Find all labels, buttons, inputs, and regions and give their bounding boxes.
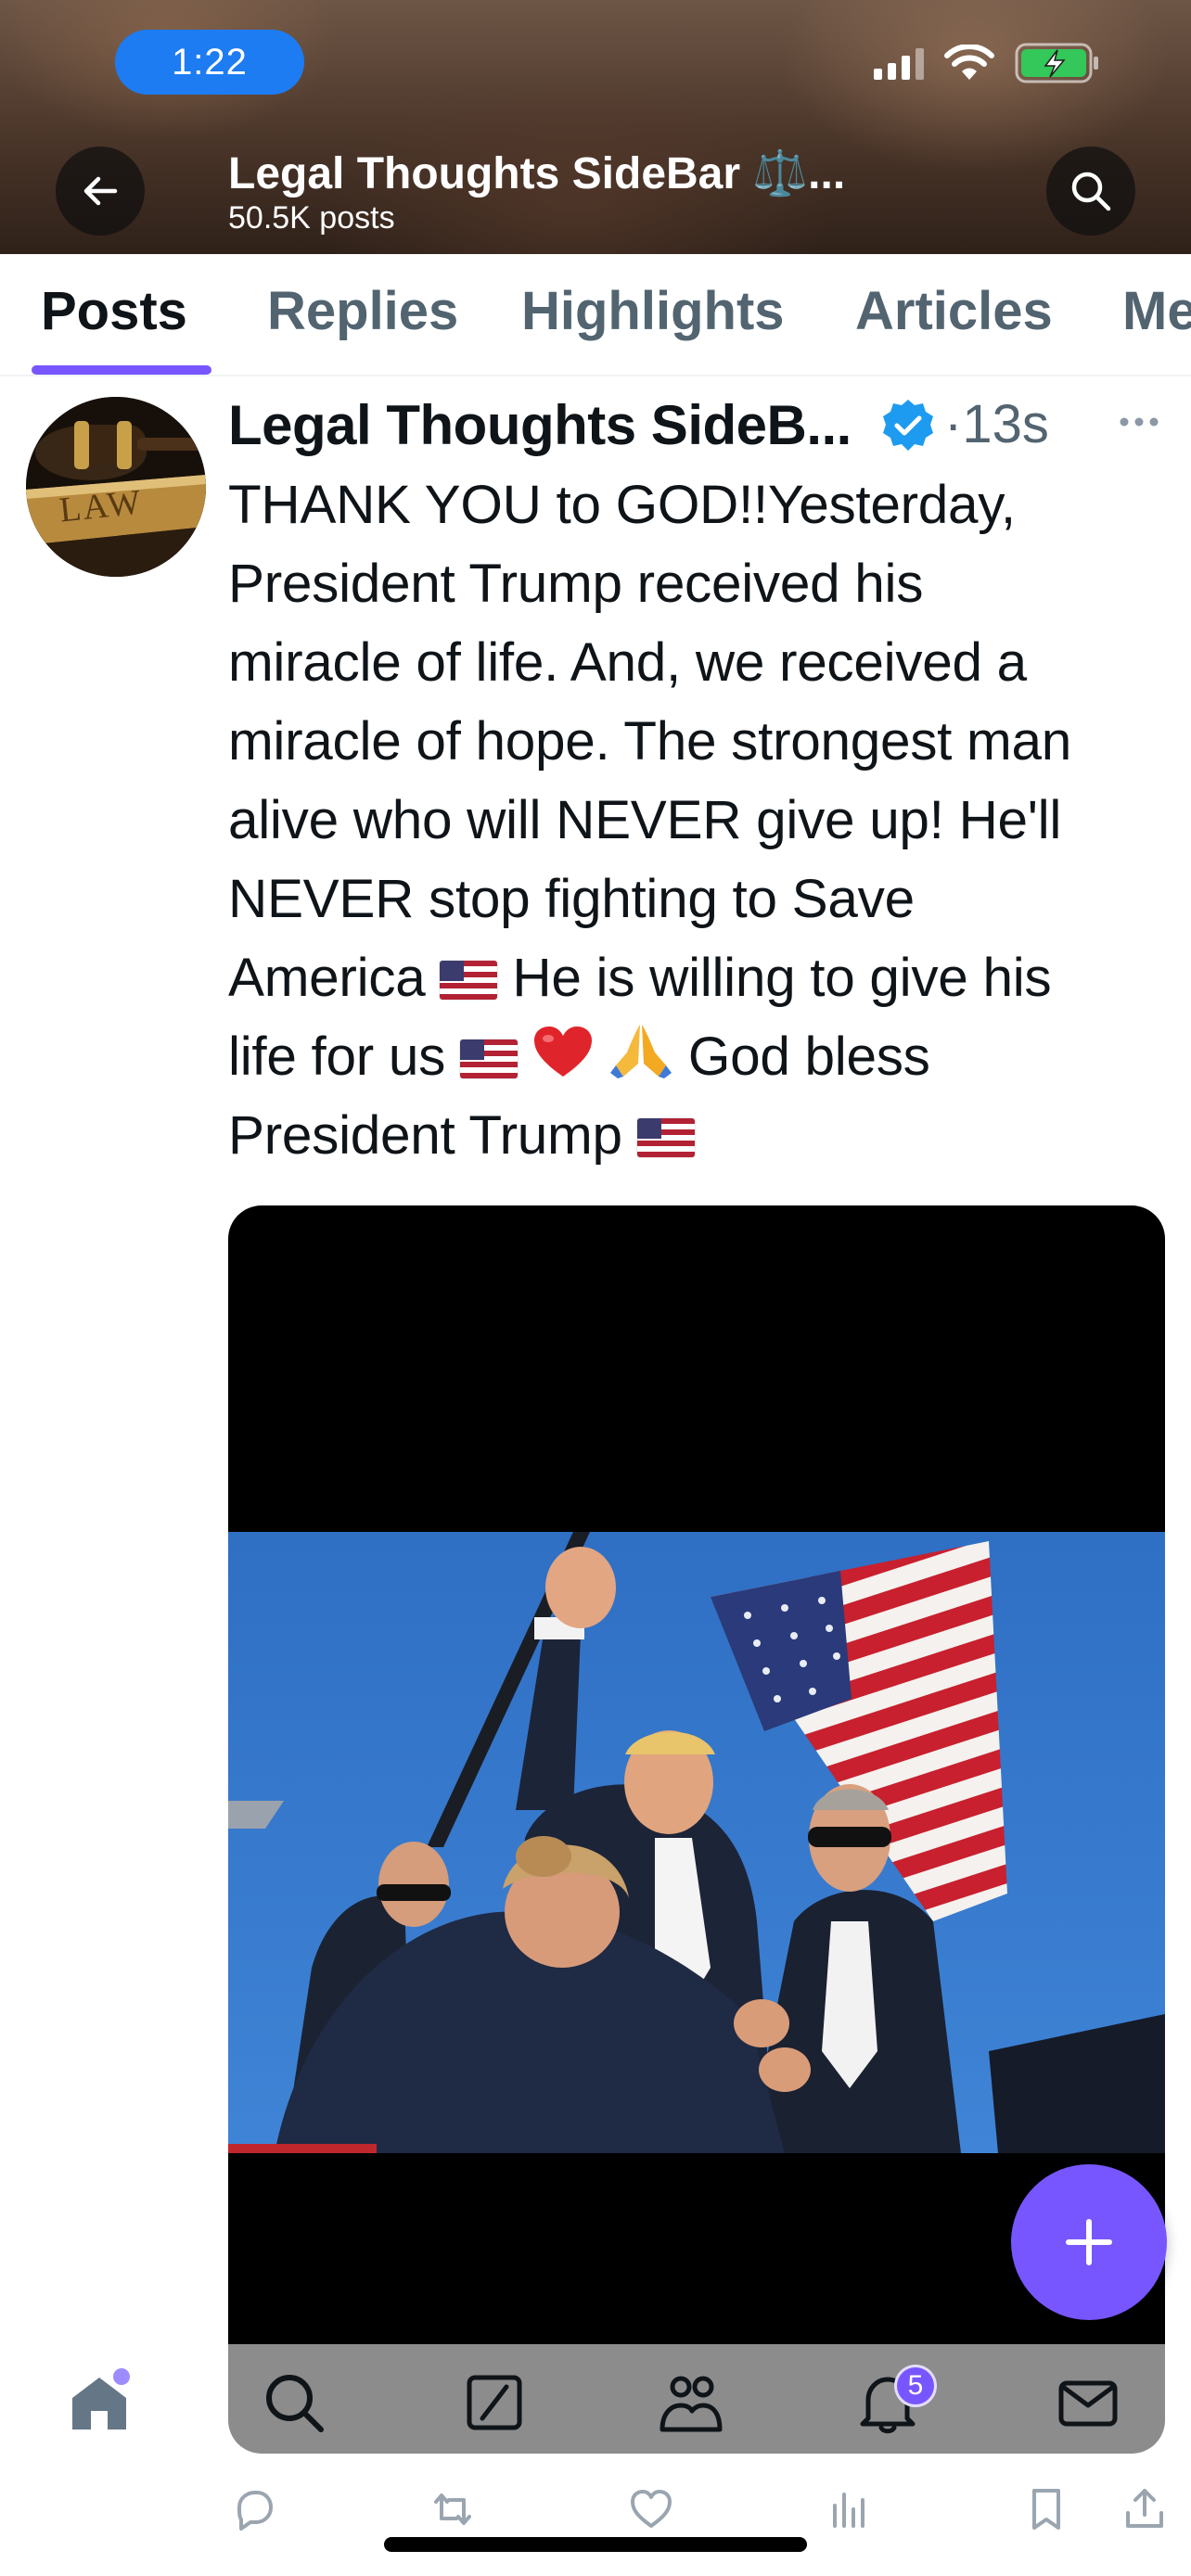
notification-count-badge: 5 [894, 2365, 937, 2407]
post-text-fragment: life for us [228, 1027, 446, 1087]
avatar-law-text: LAW [58, 482, 145, 530]
tab-replies[interactable]: Replies [267, 280, 458, 342]
post-count: 50.5K posts [228, 200, 395, 236]
post-text-line: President Trump received his [228, 554, 924, 614]
back-button[interactable] [56, 147, 145, 236]
post-text-line: life for us God bless [228, 1017, 1165, 1096]
home-unread-dot [113, 2368, 130, 2385]
grok-icon[interactable] [462, 2370, 527, 2435]
tab-media[interactable]: Me [1122, 280, 1191, 342]
post-text-line: alive who will NEVER give up! He'll [228, 790, 1062, 850]
post-timestamp: ·13s [944, 394, 1049, 454]
messages-icon[interactable] [1056, 2370, 1121, 2435]
post-text-line: President Trump [228, 1096, 1165, 1175]
bookmark-icon[interactable] [1022, 2485, 1070, 2533]
post-text-fragment: America [228, 948, 426, 1008]
battery-charging-icon [1015, 43, 1098, 83]
post-text-line: miracle of hope. The strongest man [228, 711, 1071, 772]
us-flag-emoji-icon [636, 1118, 695, 1157]
post-actions [223, 2485, 1169, 2541]
search-button[interactable] [1046, 147, 1135, 236]
wifi-icon [944, 45, 994, 80]
cellular-signal-icon [874, 46, 924, 80]
like-icon[interactable] [627, 2485, 675, 2533]
author-name[interactable]: Legal Thoughts SideB... [228, 393, 852, 457]
rally-photo [228, 1532, 1165, 2153]
bottom-navigation [0, 2344, 1191, 2455]
us-flag-emoji-icon [460, 1039, 519, 1078]
post-text-line: THANK YOU to GOD!!Yesterday, [228, 475, 1016, 535]
verified-badge-icon [883, 400, 933, 451]
post-text-fragment: President Trump [228, 1105, 622, 1166]
red-heart-emoji-icon [533, 1027, 592, 1077]
post-text-line: miracle of life. And, we received a [228, 632, 1027, 693]
us-flag-emoji-icon [440, 961, 498, 1000]
post-text-line: NEVER stop fighting to Save [228, 869, 915, 929]
tab-posts[interactable]: Posts [41, 280, 187, 342]
author-avatar[interactable]: LAW [26, 397, 206, 577]
post-text-line: America He is willing to give his [228, 938, 1165, 1017]
tab-highlights[interactable]: Highlights [521, 280, 785, 342]
repost-icon[interactable] [429, 2485, 477, 2533]
search-icon[interactable] [262, 2370, 327, 2435]
more-options-icon[interactable] [1119, 415, 1159, 428]
views-icon[interactable] [824, 2485, 872, 2533]
reply-icon[interactable] [230, 2485, 278, 2533]
back-arrow-icon [83, 176, 118, 206]
compose-post-button[interactable] [1011, 2164, 1167, 2320]
active-tab-indicator [32, 365, 211, 375]
profile-header: 1:22 Legal Thoughts SideBar ⚖️... 50.5K … [0, 0, 1191, 254]
profile-title: Legal Thoughts SideBar ⚖️... [228, 149, 846, 198]
post-text: THANK YOU to GOD!!Yesterday, President T… [228, 465, 1165, 1175]
tab-articles[interactable]: Articles [855, 280, 1053, 342]
profile-tabs: Posts Replies Highlights Articles Me [0, 254, 1191, 376]
plus-icon [1066, 2219, 1112, 2265]
post-text-fragment: God bless [687, 1027, 930, 1087]
post-text-fragment: He is willing to give his [512, 948, 1052, 1008]
home-indicator[interactable] [384, 2537, 807, 2552]
search-icon [1071, 172, 1111, 211]
status-icons [874, 43, 1100, 83]
communities-icon[interactable] [659, 2370, 724, 2435]
folded-hands-emoji-icon [609, 1025, 672, 1078]
share-icon[interactable] [1121, 2485, 1169, 2533]
status-time: 1:22 [115, 30, 304, 95]
